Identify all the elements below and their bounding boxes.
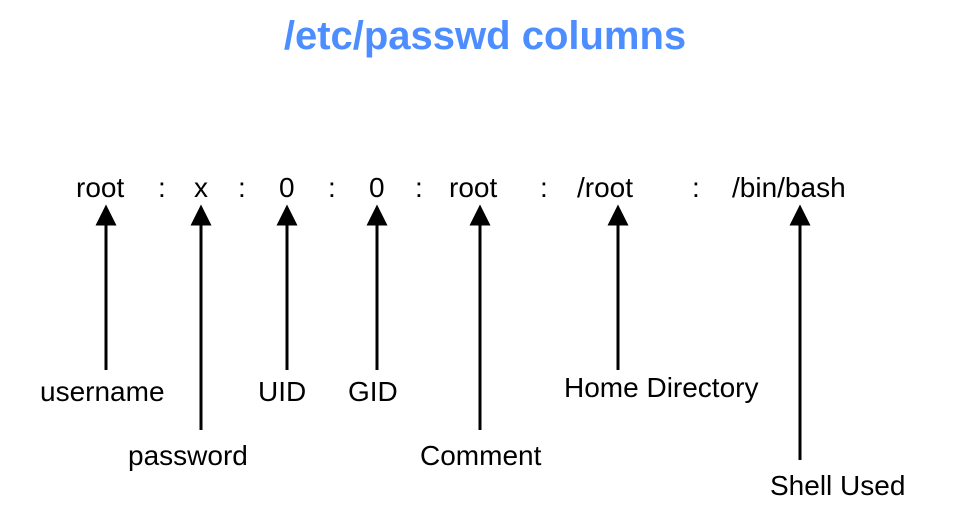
label-home: Home Directory xyxy=(564,372,758,404)
label-username: username xyxy=(40,376,165,408)
separator-5: : xyxy=(540,172,548,204)
label-uid: UID xyxy=(258,376,306,408)
field-username: root xyxy=(76,172,124,204)
field-gid: 0 xyxy=(369,172,385,204)
diagram-stage: /etc/passwd columns root : x : 0 : 0 : r… xyxy=(0,0,970,524)
field-password: x xyxy=(194,172,208,204)
label-gid: GID xyxy=(348,376,398,408)
page-title: /etc/passwd columns xyxy=(0,14,970,59)
field-uid: 0 xyxy=(279,172,295,204)
field-comment: root xyxy=(449,172,497,204)
field-home: /root xyxy=(577,172,633,204)
separator-2: : xyxy=(238,172,246,204)
separator-4: : xyxy=(415,172,423,204)
label-shell: Shell Used xyxy=(770,470,905,502)
separator-1: : xyxy=(158,172,166,204)
separator-3: : xyxy=(328,172,336,204)
label-password: password xyxy=(128,440,248,472)
separator-6: : xyxy=(692,172,700,204)
label-comment: Comment xyxy=(420,440,541,472)
field-shell: /bin/bash xyxy=(732,172,846,204)
